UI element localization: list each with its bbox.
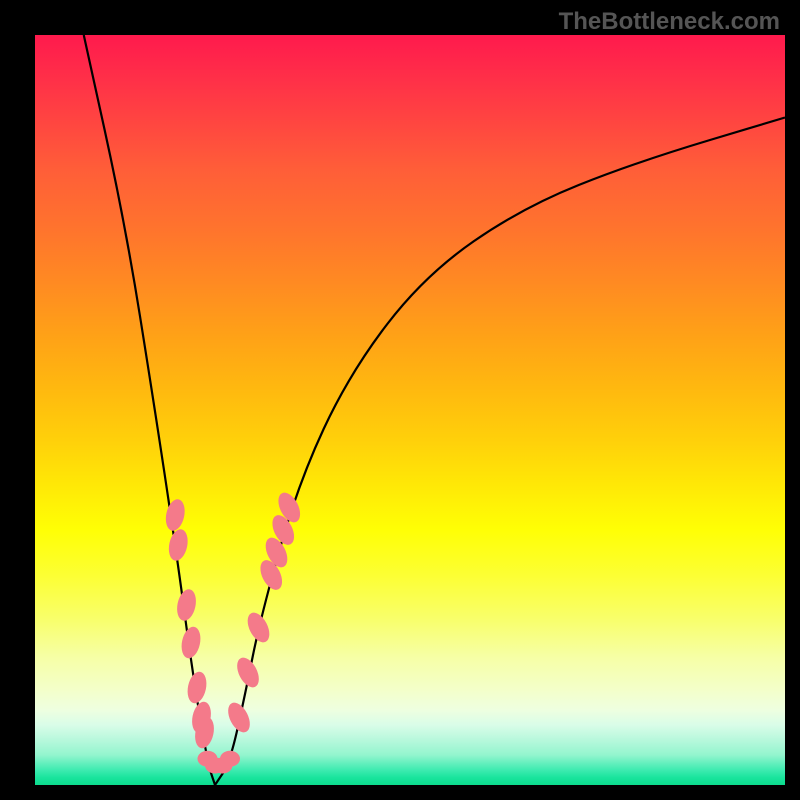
watermark-text: TheBottleneck.com [559, 8, 780, 36]
data-marker [185, 670, 209, 705]
marker-cluster [163, 489, 304, 773]
data-marker [163, 497, 187, 532]
data-marker [243, 609, 274, 646]
data-marker [220, 751, 240, 767]
curve-group [84, 35, 785, 785]
data-marker [233, 654, 264, 691]
data-marker [174, 587, 198, 622]
data-marker [224, 699, 255, 736]
left-branch-curve [84, 35, 215, 785]
data-marker [166, 527, 190, 562]
right-branch-curve [215, 118, 785, 786]
curve-svg [35, 35, 785, 785]
plot-area [35, 35, 785, 785]
data-marker [179, 625, 203, 660]
